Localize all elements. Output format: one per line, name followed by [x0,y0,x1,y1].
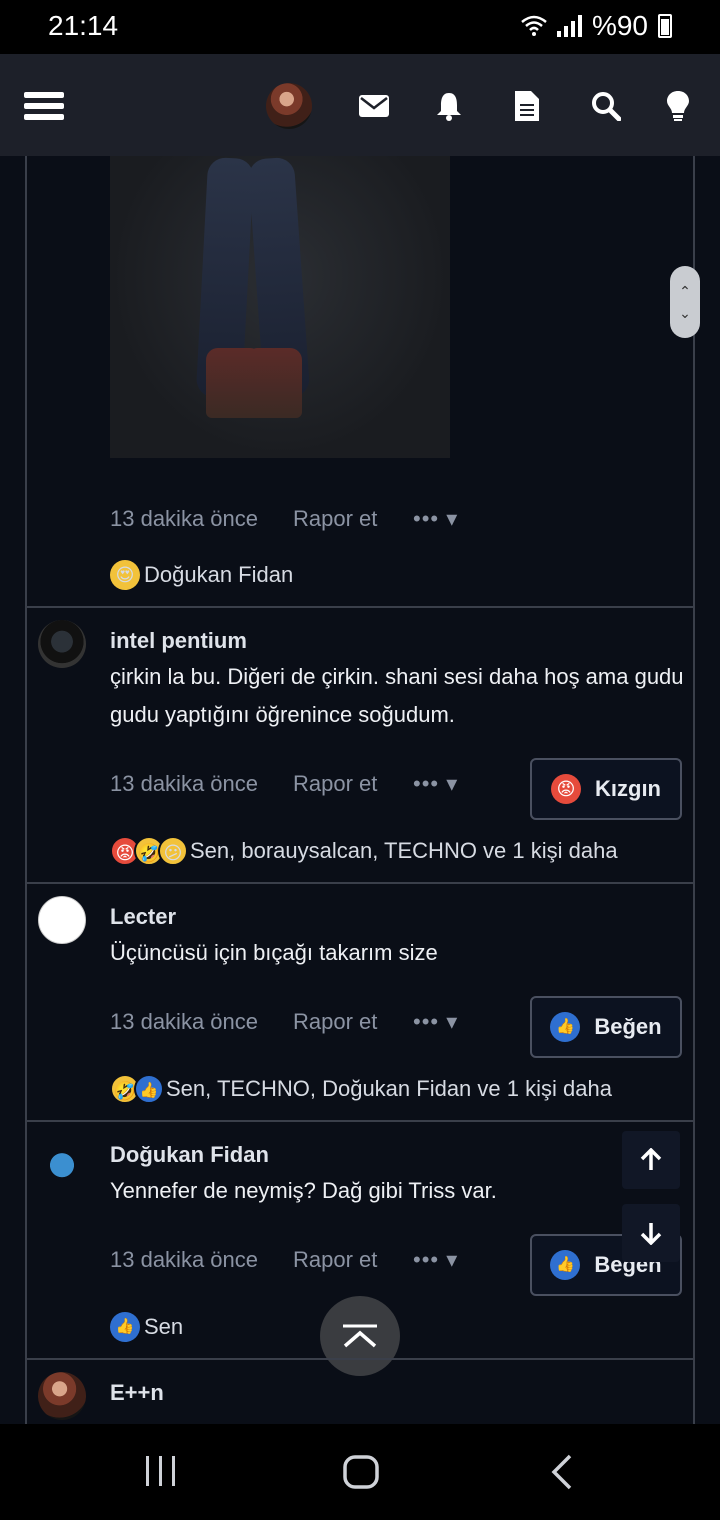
reaction-summary[interactable]: 😍 Doğukan Fidan [110,560,293,590]
report-link[interactable]: Rapor et [293,1247,413,1273]
heart-eyes-emoji-icon: 😍 [110,560,140,590]
thumbs-up-icon: 👍 [134,1074,164,1104]
comment-meta: 13 dakika önce Rapor et ••• ▾ [110,771,458,797]
reaction-names: Sen, TECHNO, Doğukan Fidan ve 1 kişi dah… [166,1076,612,1101]
comment-text: Yennefer de neymiş? Dağ gibi Triss var. [110,1178,497,1203]
comment-time: 13 dakika önce [110,1247,258,1272]
comment-divider [25,606,695,608]
author-name[interactable]: intel pentium [110,628,247,654]
comments-feed[interactable]: ⌃ ⌄ 13 dakika önce Rapor et ••• ▾ 😍 Doğuk… [0,156,720,1424]
react-button-angry[interactable]: 😡 Kızgın [530,758,682,820]
react-button-label: Beğen [594,1014,662,1039]
caret-down-icon: ▾ [446,1247,459,1272]
comment-meta: 13 dakika önce Rapor et ••• ▾ [110,506,458,532]
document-icon[interactable] [507,86,547,126]
author-name[interactable]: Lecter [110,904,176,930]
author-avatar[interactable] [38,1134,86,1182]
reaction-names: Doğukan Fidan [144,562,294,587]
comment-time: 13 dakika önce [110,771,258,796]
chevron-up-icon [343,1324,377,1348]
recent-apps-icon[interactable] [144,1454,178,1493]
user-avatar[interactable] [266,83,312,129]
battery-icon [658,14,672,38]
more-options-button[interactable]: ••• ▾ [413,1247,458,1273]
comment-text: Üçüncüsü için bıçağı takarım size [110,940,438,965]
confused-emoji-icon: 😕 [158,836,188,866]
wifi-icon [521,15,547,36]
comment-meta: 13 dakika önce Rapor et ••• ▾ [110,1009,458,1035]
system-navigation-bar [0,1424,720,1520]
caret-down-icon: ▾ [446,506,459,531]
author-avatar[interactable] [38,1372,86,1420]
back-to-top-button[interactable] [320,1296,400,1376]
author-name[interactable]: Doğukan Fidan [110,1142,269,1168]
comment-time: 13 dakika önce [110,1009,258,1034]
report-link[interactable]: Rapor et [293,506,413,532]
thumbs-up-icon: 👍 [550,1012,581,1042]
reaction-summary[interactable]: 🤣 👍 Sen, TECHNO, Doğukan Fidan ve 1 kişi… [110,1074,612,1104]
author-avatar[interactable] [38,620,86,668]
bell-icon[interactable] [429,86,469,126]
mail-icon[interactable] [354,86,394,126]
comment-divider [25,1358,695,1360]
reaction-names: Sen [144,1314,184,1339]
react-button-label: Kızgın [595,776,661,801]
search-icon[interactable] [586,86,626,126]
arrow-down-icon [640,1223,662,1245]
angry-emoji-icon: 😡 [551,774,581,804]
system-indicators: %90 [521,10,672,42]
author-avatar[interactable] [38,896,86,944]
comment-divider [25,1120,695,1122]
scroll-down-button[interactable] [622,1204,680,1262]
clock: 21:14 [48,10,119,41]
scroll-up-button[interactable] [622,1131,680,1189]
left-border [25,156,27,1424]
app-header [0,54,720,156]
scroll-handle[interactable]: ⌃ ⌄ [670,266,700,338]
bulb-icon[interactable] [658,86,698,126]
comment-text: çirkin la bu. Diğeri de çirkin. shani se… [110,664,684,727]
report-link[interactable]: Rapor et [293,771,413,797]
post-image[interactable] [110,156,450,458]
menu-icon[interactable] [24,86,64,126]
comment-meta: 13 dakika önce Rapor et ••• ▾ [110,1247,458,1273]
more-options-button[interactable]: ••• ▾ [413,1009,458,1035]
thumbs-up-icon: 👍 [110,1312,140,1342]
report-link[interactable]: Rapor et [293,1009,413,1035]
arrow-up-icon [640,1148,662,1170]
reaction-names: Sen, borauysalcan, TECHNO ve 1 kişi daha [190,838,618,863]
right-border [693,156,695,1424]
thumbs-up-icon: 👍 [550,1250,581,1280]
comment-divider [25,882,695,884]
caret-down-icon: ▾ [446,1009,459,1034]
more-options-button[interactable]: ••• ▾ [413,771,458,797]
battery-level: %90 [591,10,648,41]
caret-down-icon: ▾ [446,771,459,796]
signal-icon [556,15,582,37]
comment-time: 13 dakika önce [110,506,258,531]
author-name[interactable]: E++n [110,1380,164,1406]
reaction-summary[interactable]: 👍 Sen [110,1312,183,1342]
back-icon[interactable] [550,1454,574,1495]
home-icon[interactable] [342,1454,380,1495]
more-options-button[interactable]: ••• ▾ [413,506,458,532]
react-button-like[interactable]: 👍 Beğen [530,996,682,1058]
reaction-summary[interactable]: 😡 🤣 😕 Sen, borauysalcan, TECHNO ve 1 kiş… [110,836,618,866]
status-bar: 21:14 %90 [0,0,720,54]
